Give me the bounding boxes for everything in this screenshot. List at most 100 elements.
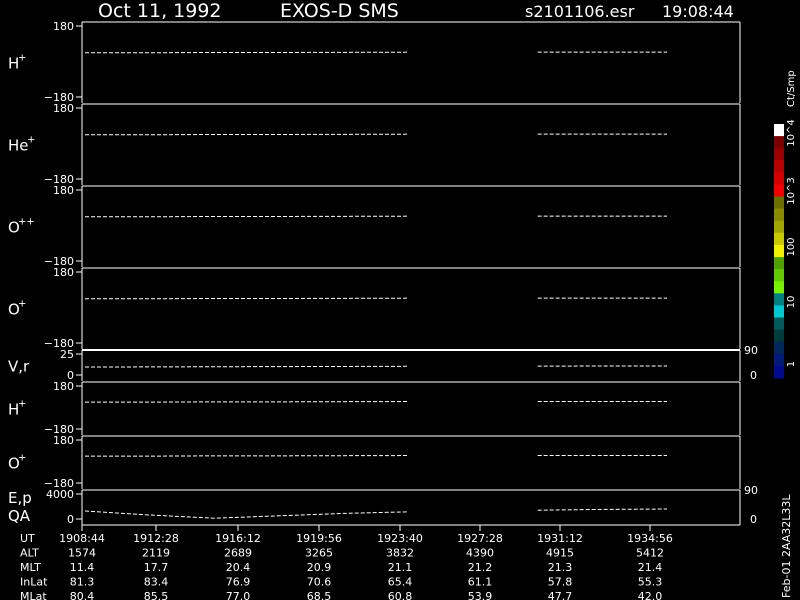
ephem-cell: 70.6: [307, 576, 332, 589]
ephem-cell: 57.8: [548, 576, 573, 589]
colorbar-swatch: [774, 257, 784, 270]
ephem-cell: 1908:44: [59, 532, 105, 545]
ephem-cell: 76.9: [226, 576, 251, 589]
panels-group: 180−180H+180−180He+180−180O++180−180O+25…: [8, 20, 758, 526]
ephem-cell: 21.1: [388, 561, 413, 574]
ephem-cell: 4915: [546, 547, 574, 560]
ephem-cell: 42.0: [638, 590, 663, 600]
colorbar-tick-label: 1: [786, 361, 797, 367]
y-top-label: 180: [53, 434, 74, 447]
colorbar-tick-label: 10^3: [786, 177, 797, 204]
y-top-label: 4000: [46, 488, 74, 501]
colorbar-swatch: [774, 172, 784, 185]
ephem-cell: 21.4: [638, 561, 663, 574]
ephem-cell: 1574: [68, 547, 96, 560]
colorbar-swatch: [774, 220, 784, 234]
colorbar-tick-label: 100: [786, 237, 797, 256]
ephem-cell: 3265: [305, 547, 333, 560]
ephem-row-name: MLat: [20, 590, 47, 600]
ephem-cell: 85.5: [144, 590, 169, 600]
ephem-cell: 1923:40: [377, 532, 423, 545]
y-top-label: 180: [53, 184, 74, 197]
panel-species-charge: +: [18, 299, 26, 310]
colorbar-swatch: [774, 208, 784, 222]
ephem-cell: 1931:12: [537, 532, 583, 545]
ephem-cell: 1916:12: [215, 532, 261, 545]
panel-species-charge: +: [27, 135, 35, 146]
colorbar-swatch: [774, 281, 784, 294]
panel-species-charge: +: [18, 53, 26, 64]
y-right-bottom-label: 0: [750, 369, 757, 382]
footer-note: Feb-01 2AA32L33L: [780, 494, 793, 598]
ephem-cell: 1934:56: [627, 532, 673, 545]
data-trace: [85, 215, 409, 218]
ephem-cell: 1927:28: [457, 532, 503, 545]
ephem-cell: 83.4: [144, 576, 169, 589]
ephem-cell: 61.1: [468, 576, 493, 589]
data-trace: [84, 510, 409, 519]
file-name: s2101106.esr: [525, 2, 635, 21]
colorbar-swatch: [774, 305, 784, 319]
colorbar-swatch: [774, 353, 784, 367]
data-trace: [85, 297, 409, 300]
data-trace: [85, 455, 409, 457]
colorbar-swatch: [774, 317, 784, 331]
y-right-top-label: 90: [744, 344, 758, 357]
colorbar-swatch: [774, 329, 784, 343]
y-top-label: 180: [53, 102, 74, 115]
ephem-cell: 77.0: [226, 590, 251, 600]
ephem-cell: 1919:56: [296, 532, 342, 545]
ephem-cell: 3832: [386, 547, 414, 560]
y-right-bottom-label: 0: [750, 513, 757, 526]
panel-species-label: V,r: [8, 358, 30, 376]
ephem-cell: 20.4: [226, 561, 251, 574]
colorbar-swatch: [774, 232, 784, 246]
color-scale-bar: 10^4 10^3 100 10 1: [774, 119, 797, 379]
colorbar-swatch: [774, 160, 784, 173]
panel-species-label: He: [8, 137, 29, 155]
ephem-cell: 68.5: [307, 590, 332, 600]
y-top-label: 180: [53, 20, 74, 33]
panel-qa-label: QA: [8, 507, 31, 525]
ephem-cell: 60.8: [388, 590, 413, 600]
y-right-top-label: 90: [744, 484, 758, 497]
colorbar-swatch: [774, 341, 784, 355]
data-trace: [85, 401, 409, 403]
instrument-name: EXOS-D SMS: [280, 0, 399, 22]
data-trace: [85, 133, 409, 136]
ephem-cell: 17.7: [144, 561, 169, 574]
colorbar-swatch: [774, 269, 784, 282]
colorbar-unit-label: Ct/Smp: [786, 70, 797, 107]
panel-species-label: E,p: [8, 489, 32, 507]
ephem-cell: 4390: [466, 547, 494, 560]
y-top-label: 25: [60, 348, 74, 361]
ephem-row-name: ALT: [20, 547, 39, 560]
y-top-label: 180: [53, 266, 74, 279]
ephem-cell: 2689: [224, 547, 252, 560]
colorbar-swatch: [774, 196, 784, 210]
colorbar-swatch: [774, 293, 784, 306]
data-trace: [85, 51, 409, 54]
panel-species-charge: +: [18, 399, 26, 410]
ephem-cell: 11.4: [70, 561, 95, 574]
ephem-cell: 80.4: [70, 590, 95, 600]
y-top-label: 180: [53, 380, 74, 393]
colorbar-tick-label: 10: [786, 296, 797, 309]
colorbar-swatch: [774, 184, 784, 198]
data-trace: [84, 365, 409, 368]
ephem-cell: 1912:28: [133, 532, 179, 545]
ephem-row-name: UT: [20, 532, 35, 545]
colorbar-swatch: [774, 136, 784, 149]
colorbar-swatch: [774, 365, 784, 379]
panel-species-charge: +: [18, 453, 26, 464]
colorbar-swatch: [774, 148, 784, 161]
ephem-cell: 20.9: [307, 561, 332, 574]
plot-date: Oct 11, 1992: [98, 0, 222, 22]
data-trace: [537, 508, 668, 511]
colorbar-swatch: [774, 244, 784, 258]
ephem-cell: 2119: [142, 547, 170, 560]
y-bottom-label: 0: [67, 513, 74, 526]
ephem-cell: 21.3: [548, 561, 573, 574]
ephem-row-name: MLT: [20, 561, 41, 574]
plot-time: 19:08:44: [662, 2, 734, 21]
